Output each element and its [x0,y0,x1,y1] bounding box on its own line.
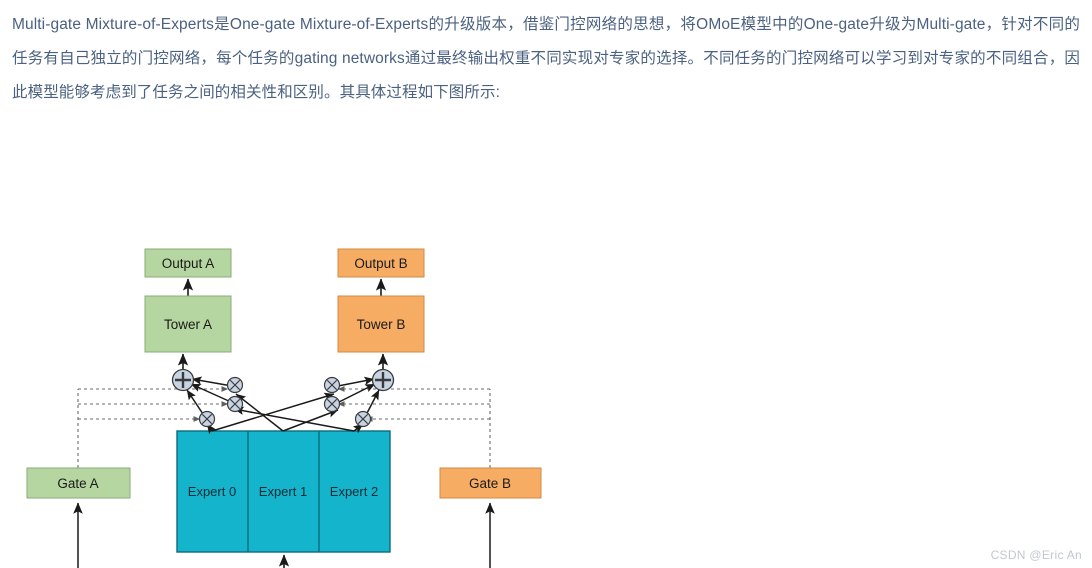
multiply-node-a1 [226,395,244,413]
article-paragraph: Multi-gate Mixture-of-Experts是One-gate M… [12,16,1080,101]
multiply-node-b1 [323,395,341,413]
tower-b-label: Tower B [357,317,406,332]
gate-b-label: Gate B [469,476,511,491]
gate-a-label: Gate A [57,476,98,491]
output-a-node: Output A [144,248,232,278]
output-a-label: Output A [162,256,215,271]
multiply-node-a2 [198,410,216,428]
csdn-watermark: CSDN @Eric An [990,548,1082,562]
multiply-node-a0 [226,376,244,394]
tower-b-node: Tower B [337,295,425,353]
article-text-block: Multi-gate Mixture-of-Experts是One-gate M… [0,0,1092,110]
mmoe-architecture-figure: Output A Tower A Output B Tower B Expert… [0,118,1092,568]
sum-node-b [371,368,395,392]
gate-b-node: Gate B [439,467,542,499]
mmoe-diagram-svg: Output A Tower A Output B Tower B Expert… [26,248,542,568]
experts-block: Expert 0 Expert 1 Expert 2 [176,430,391,553]
output-b-node: Output B [337,248,425,278]
expert-1-label: Expert 1 [259,484,307,499]
expert-2-label: Expert 2 [330,484,378,499]
output-b-label: Output B [354,256,407,271]
expert-0-label: Expert 0 [188,484,236,499]
multiply-to-sum-edges [186,376,380,418]
sum-node-a [171,368,195,392]
multiply-node-b2 [354,410,372,428]
tower-a-node: Tower A [144,295,232,353]
tower-a-label: Tower A [164,317,212,332]
multiply-node-b0 [323,376,341,394]
gate-a-node: Gate A [26,467,131,499]
